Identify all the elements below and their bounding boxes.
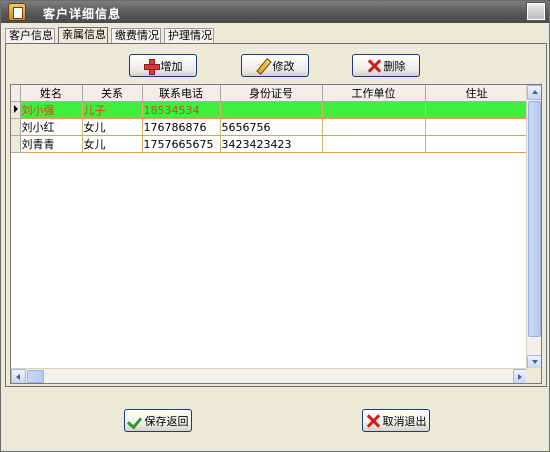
arrow-up-icon	[532, 90, 538, 94]
check-icon	[128, 414, 142, 428]
row-indicator[interactable]	[11, 101, 21, 119]
add-button-label: 增加	[160, 59, 183, 73]
edit-button[interactable]: 修改	[241, 54, 309, 77]
tab-payment-status[interactable]: 缴费情况	[111, 28, 161, 43]
arrow-down-icon	[532, 360, 538, 364]
cell-employer[interactable]	[322, 118, 426, 136]
pencil-icon	[256, 59, 270, 73]
cell-name[interactable]: 刘小红	[20, 118, 83, 136]
horizontal-scroll-thumb[interactable]	[27, 370, 44, 383]
header-row: 姓名 关系 联系电话 身份证号 工作单位 住址	[11, 85, 529, 102]
cell-relation[interactable]: 女儿	[82, 118, 143, 136]
cell-id-number[interactable]: 3423423423	[220, 135, 323, 153]
cell-employer[interactable]	[322, 135, 426, 153]
arrow-right-icon	[518, 374, 522, 380]
row-indicator[interactable]	[11, 135, 21, 153]
relatives-table: 姓名 关系 联系电话 身份证号 工作单位 住址 刘小强 儿子 18534534	[11, 85, 529, 153]
table-row[interactable]: 刘小强 儿子 18534534	[11, 101, 529, 119]
cell-relation[interactable]: 儿子	[82, 101, 143, 119]
plus-icon	[143, 58, 160, 75]
window-title: 客户详细信息	[43, 7, 122, 21]
cell-address[interactable]	[425, 101, 529, 119]
horizontal-scrollbar[interactable]	[11, 368, 528, 383]
relatives-panel: 增加 修改 删除 姓名 关系 联系电话 身份证号 工作单位 住址 刘小强 儿子 …	[5, 43, 547, 387]
footer-bar: 保存返回 取消退出	[5, 389, 547, 448]
cancel-exit-label: 取消退出	[382, 414, 427, 428]
cell-name[interactable]: 刘小强	[20, 101, 83, 119]
save-return-button[interactable]: 保存返回	[124, 409, 192, 432]
customer-detail-window: 客户详细信息 客户信息 亲属信息 缴费情况 护理情况 增加 修改 删除 姓名 关…	[0, 0, 550, 452]
column-header-phone[interactable]: 联系电话	[142, 85, 221, 102]
edit-button-label: 修改	[272, 59, 295, 73]
table-row[interactable]: 刘小红 女儿 176786876 5656756	[11, 118, 529, 136]
cell-id-number[interactable]	[220, 101, 323, 119]
column-header-address[interactable]: 住址	[425, 85, 529, 102]
x-icon	[366, 414, 380, 428]
delete-button[interactable]: 删除	[352, 54, 420, 77]
delete-button-label: 删除	[383, 59, 406, 73]
current-row-arrow-icon	[14, 105, 18, 113]
tab-customer-info[interactable]: 客户信息	[5, 28, 55, 43]
cancel-exit-button[interactable]: 取消退出	[362, 409, 430, 432]
add-button[interactable]: 增加	[129, 54, 197, 77]
cell-address[interactable]	[425, 118, 529, 136]
cell-relation[interactable]: 女儿	[82, 135, 143, 153]
cell-id-number[interactable]: 5656756	[220, 118, 323, 136]
scrollbar-corner	[526, 368, 541, 383]
close-button[interactable]	[526, 2, 546, 21]
vertical-scroll-thumb[interactable]	[528, 101, 541, 337]
scroll-up-button[interactable]	[527, 85, 541, 100]
relatives-grid[interactable]: 姓名 关系 联系电话 身份证号 工作单位 住址 刘小强 儿子 18534534	[10, 84, 542, 384]
scroll-left-button[interactable]	[11, 369, 26, 383]
app-icon	[8, 3, 26, 21]
x-icon	[367, 59, 381, 73]
cell-employer[interactable]	[322, 101, 426, 119]
cell-phone[interactable]: 18534534	[142, 101, 221, 119]
arrow-left-icon	[16, 374, 20, 380]
cell-name[interactable]: 刘青青	[20, 135, 83, 153]
column-header-relation[interactable]: 关系	[82, 85, 143, 102]
tab-nursing-status[interactable]: 护理情况	[164, 28, 214, 43]
column-header-employer[interactable]: 工作单位	[322, 85, 426, 102]
cell-address[interactable]	[425, 135, 529, 153]
row-indicator-header	[11, 85, 21, 102]
row-indicator[interactable]	[11, 118, 21, 136]
column-header-name[interactable]: 姓名	[20, 85, 83, 102]
cell-phone[interactable]: 1757665675	[142, 135, 221, 153]
vertical-scrollbar[interactable]	[526, 85, 541, 370]
column-header-id-number[interactable]: 身份证号	[220, 85, 323, 102]
save-return-label: 保存返回	[144, 414, 189, 428]
title-bar[interactable]: 客户详细信息	[1, 1, 549, 23]
tab-relatives-info[interactable]: 亲属信息	[58, 27, 108, 44]
cell-phone[interactable]: 176786876	[142, 118, 221, 136]
table-row[interactable]: 刘青青 女儿 1757665675 3423423423	[11, 135, 529, 153]
